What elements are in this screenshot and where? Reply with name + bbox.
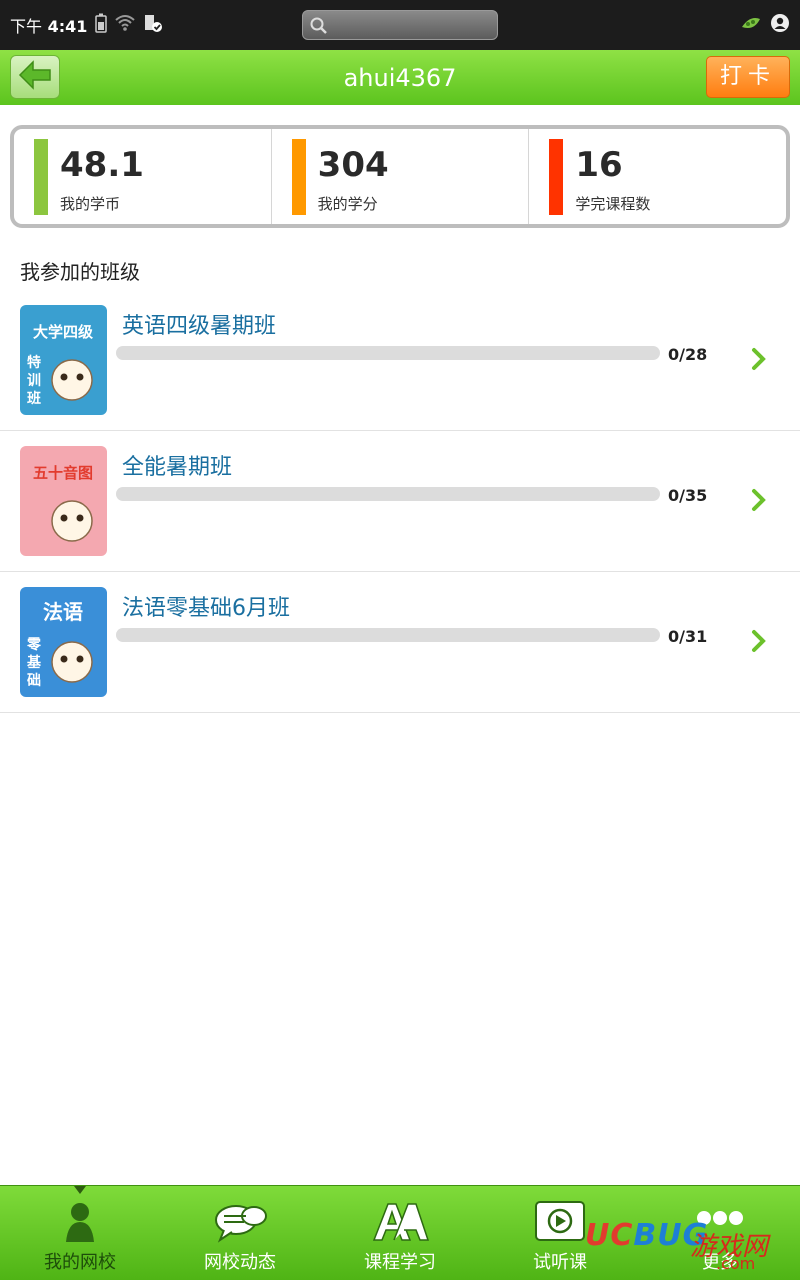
mascot-eye — [76, 514, 84, 522]
progress-bar — [116, 628, 660, 642]
stat-label: 学完课程数 — [575, 195, 651, 213]
video-play-icon — [530, 1198, 590, 1246]
stat-color-bar — [291, 139, 306, 215]
class-thumbnail: 五十音图 — [20, 446, 107, 556]
thumbnail-side-char: 基 — [27, 654, 42, 671]
arrow-left-icon — [17, 60, 53, 94]
status-right — [740, 13, 790, 37]
thumbnail-side-char: 班 — [27, 390, 41, 407]
mascot-eye — [60, 373, 68, 381]
nav-course-study[interactable]: 课程学习 — [320, 1186, 480, 1280]
account-icon — [770, 13, 790, 37]
stat-completed-courses[interactable]: 16 学完课程数 — [529, 129, 786, 224]
progress-text: 0/35 — [668, 486, 708, 505]
chat-bubbles-icon — [210, 1198, 270, 1246]
thumbnail-side-char: 零 — [26, 636, 42, 653]
thumbnail-side-char: 特 — [27, 354, 41, 371]
nav-school-news[interactable]: 网校动态 — [160, 1186, 320, 1280]
mascot-eye — [60, 655, 68, 663]
status-ampm: 下午 — [10, 17, 43, 36]
thumbnail-title: 五十音图 — [33, 464, 93, 482]
wifi-icon — [115, 14, 136, 36]
class-item-french[interactable]: 法语零基础 法语零基础6月班 0/31 — [0, 572, 800, 713]
stat-color-bar — [34, 139, 48, 215]
class-item-allround[interactable]: 五十音图 全能暑期班 0/35 — [0, 431, 800, 572]
letters-a-icon — [370, 1198, 430, 1246]
thumbnail-art: 法语零基础 — [26, 600, 93, 689]
progress-bar — [116, 487, 660, 501]
chevron-right-icon — [750, 488, 768, 516]
watermark-uc: UC — [585, 1218, 634, 1253]
signal-check-icon — [143, 13, 163, 37]
chevron-right-icon — [750, 629, 768, 657]
stat-label: 我的学分 — [317, 195, 378, 213]
status-search-bar[interactable] — [302, 10, 498, 40]
stat-coins[interactable]: 48.1 我的学币 — [14, 129, 272, 224]
section-title: 我参加的班级 — [20, 260, 140, 284]
thumbnail-title: 法语 — [43, 600, 83, 624]
class-name: 英语四级暑期班 — [122, 314, 277, 339]
stats-panel: 48.1 我的学币 304 我的学分 16 学完课程数 — [10, 125, 790, 228]
app-screen: 下午 4:41 ahui4367 打卡 48.1 我的学币 304 我的学分 1… — [0, 0, 800, 1280]
stat-value: 16 — [575, 145, 623, 185]
pea-pod-icon — [740, 13, 762, 37]
mascot-eye — [76, 373, 84, 381]
stat-label: 我的学币 — [60, 195, 121, 213]
progress-text: 0/31 — [668, 627, 708, 646]
status-left: 下午 4:41 — [10, 13, 163, 37]
checkin-button[interactable]: 打卡 — [706, 56, 790, 98]
back-button[interactable] — [10, 55, 60, 99]
thumbnail-title: 大学四级 — [33, 323, 94, 341]
mascot-face — [51, 359, 93, 401]
progress-bar — [116, 346, 660, 360]
thumbnail-side-char: 训 — [27, 373, 41, 389]
nav-label: 课程学习 — [364, 1252, 436, 1273]
stat-color-bar — [549, 139, 564, 215]
thumbnail-side-char: 础 — [27, 672, 41, 689]
nav-label: 我的网校 — [44, 1252, 116, 1273]
status-time: 4:41 — [47, 17, 88, 36]
thumbnail-art: 五十音图 — [33, 464, 93, 542]
chevron-right-icon — [750, 347, 768, 375]
mascot-eye — [76, 655, 84, 663]
nav-label: 网校动态 — [204, 1252, 276, 1273]
person-icon — [50, 1198, 110, 1246]
mascot-face — [51, 500, 93, 542]
progress-text: 0/28 — [668, 345, 708, 364]
stat-value: 304 — [317, 145, 389, 185]
active-tab-indicator — [74, 1186, 86, 1194]
stat-credits[interactable]: 304 我的学分 — [272, 129, 530, 224]
class-name: 法语零基础6月班 — [122, 596, 290, 621]
mascot-eye — [60, 514, 68, 522]
class-item-english[interactable]: 大学四级特训班 英语四级暑期班 0/28 — [0, 290, 800, 431]
stat-value: 48.1 — [60, 145, 144, 185]
battery-icon — [95, 13, 108, 37]
class-thumbnail: 法语零基础 — [20, 587, 107, 697]
mascot-face — [51, 641, 93, 683]
class-thumbnail: 大学四级特训班 — [20, 305, 107, 415]
class-list: 大学四级特训班 英语四级暑期班 0/28 五十音图 全能暑期班 0/35 法语零… — [0, 290, 800, 713]
nav-my-school[interactable]: 我的网校 — [0, 1186, 160, 1280]
title-bar: ahui4367 打卡 — [0, 50, 800, 105]
page-title: ahui4367 — [343, 64, 457, 92]
watermark-com: .com — [716, 1254, 756, 1273]
class-name: 全能暑期班 — [122, 455, 233, 480]
thumbnail-art: 大学四级特训班 — [27, 323, 94, 407]
status-bar: 下午 4:41 — [0, 0, 800, 50]
